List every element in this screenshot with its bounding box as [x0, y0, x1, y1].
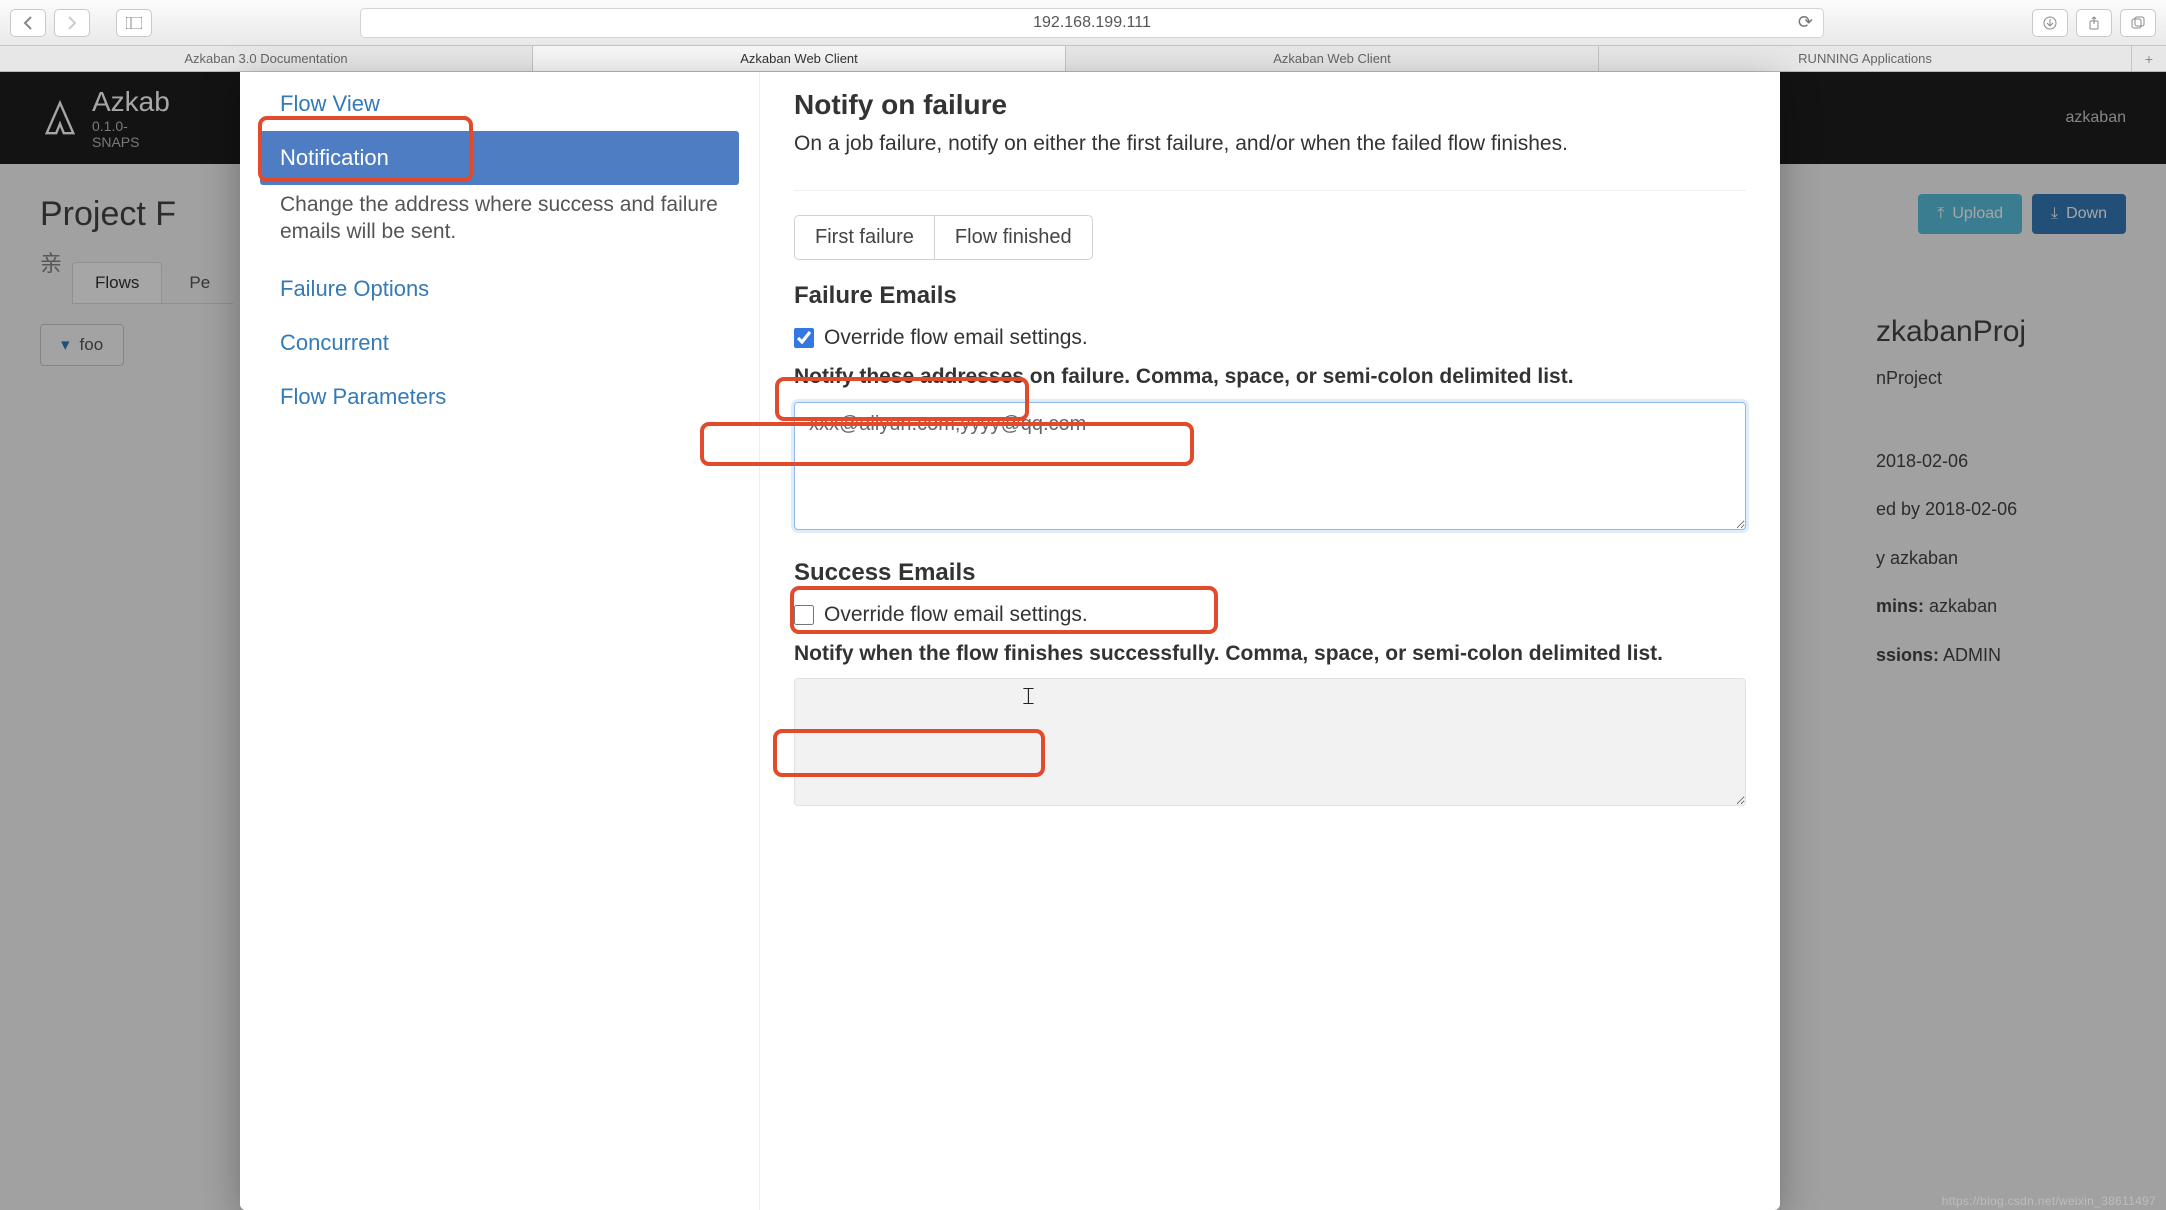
- flow-options-modal: Flow View Notification Change the addres…: [240, 72, 1780, 1210]
- reload-icon[interactable]: ⟳: [1798, 12, 1813, 33]
- tab-1[interactable]: Azkaban Web Client: [533, 46, 1066, 71]
- nav-forward-button[interactable]: [54, 9, 90, 37]
- browser-toolbar: 192.168.199.111 ⟳: [0, 0, 2166, 46]
- new-tab-button[interactable]: +: [2132, 46, 2166, 71]
- sidebar-item-desc: Change the address where success and fai…: [260, 185, 739, 262]
- sidebar-toggle-button[interactable]: [116, 9, 152, 37]
- tab-2[interactable]: Azkaban Web Client: [1066, 46, 1599, 71]
- success-override-label: Override flow email settings.: [824, 603, 1088, 627]
- nav-back-button[interactable]: [10, 9, 46, 37]
- downloads-button[interactable]: [2032, 9, 2068, 37]
- sidebar-item-concurrent[interactable]: Concurrent: [260, 316, 739, 370]
- failure-emails-textarea[interactable]: [794, 402, 1746, 530]
- failure-when-group: First failure Flow finished: [794, 215, 1746, 260]
- share-button[interactable]: [2076, 9, 2112, 37]
- tab-3[interactable]: RUNNING Applications: [1599, 46, 2132, 71]
- seg-first-failure[interactable]: First failure: [794, 215, 934, 260]
- failure-emails-heading: Failure Emails: [794, 282, 957, 310]
- success-emails-heading: Success Emails: [794, 559, 975, 587]
- tabs-button[interactable]: [2120, 9, 2156, 37]
- failure-notify-desc: Notify these addresses on failure. Comma…: [794, 362, 1746, 391]
- sidebar-item-failure-options[interactable]: Failure Options: [260, 262, 739, 316]
- success-notify-desc: Notify when the flow finishes successful…: [794, 639, 1746, 668]
- url-text: 192.168.199.111: [1033, 14, 1151, 32]
- sidebar-item-flow-view[interactable]: Flow View: [260, 77, 739, 131]
- modal-main: Notify on failure On a job failure, noti…: [760, 72, 1780, 1210]
- tab-strip: Azkaban 3.0 Documentation Azkaban Web Cl…: [0, 46, 2166, 72]
- sidebar-item-notification[interactable]: Notification: [260, 131, 739, 185]
- watermark: https://blog.csdn.net/weixin_38611497: [1942, 1194, 2156, 1208]
- sidebar-item-flow-parameters[interactable]: Flow Parameters: [260, 370, 739, 424]
- seg-flow-finished[interactable]: Flow finished: [934, 215, 1093, 260]
- modal-sidebar: Flow View Notification Change the addres…: [240, 72, 760, 1210]
- url-bar[interactable]: 192.168.199.111 ⟳: [360, 8, 1824, 38]
- notify-title: Notify on failure: [794, 89, 1746, 121]
- success-override-checkbox[interactable]: [794, 605, 814, 625]
- success-emails-textarea: [794, 678, 1746, 806]
- notify-sub: On a job failure, notify on either the f…: [794, 129, 1746, 158]
- tab-0[interactable]: Azkaban 3.0 Documentation: [0, 46, 533, 71]
- failure-override-checkbox[interactable]: [794, 328, 814, 348]
- failure-override-label: Override flow email settings.: [824, 326, 1088, 350]
